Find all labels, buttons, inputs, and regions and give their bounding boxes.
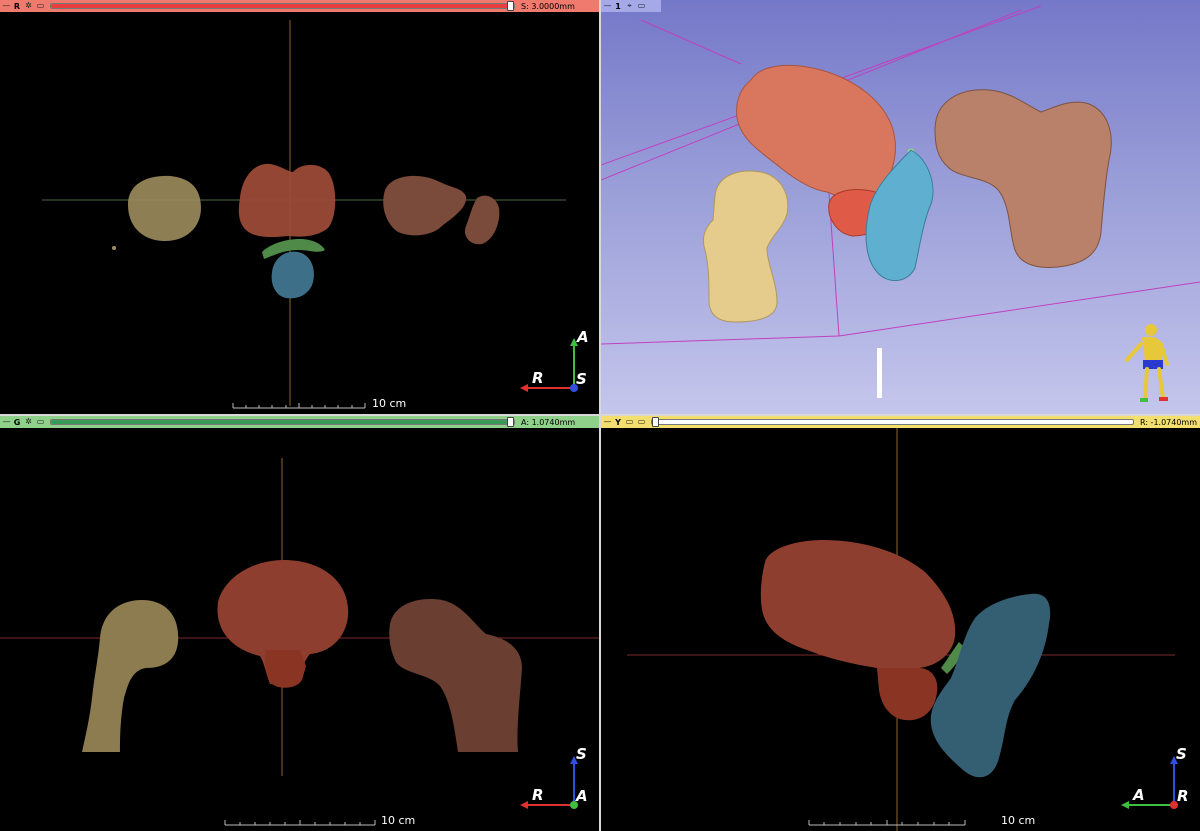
axis-up-label: A bbox=[576, 328, 589, 346]
maximize-icon[interactable]: ▭ bbox=[35, 417, 46, 428]
femoral-head-segment bbox=[877, 668, 938, 721]
femoral-head-segment bbox=[265, 650, 306, 688]
view-letter: Y bbox=[615, 417, 621, 427]
pin-icon[interactable]: — bbox=[1, 1, 12, 12]
scale-ruler bbox=[224, 820, 376, 826]
axis-left-label: R bbox=[532, 786, 544, 804]
scale-ruler bbox=[232, 403, 366, 409]
femur-left-model bbox=[702, 170, 789, 323]
red-slice-view[interactable]: — R ✲ ▭ S: 3.0000mm 10 cm A R S bbox=[0, 0, 599, 414]
slider-handle[interactable] bbox=[507, 1, 514, 11]
link-icon[interactable]: ✲ bbox=[23, 1, 34, 12]
orientation-axes: S R A bbox=[520, 745, 588, 809]
slider-fill bbox=[51, 420, 514, 424]
green-slice-controller: — G ✲ ▭ A: 1.0740mm bbox=[0, 416, 599, 428]
orientation-axes: S A R bbox=[1121, 745, 1189, 809]
axis-center-label: A bbox=[575, 787, 588, 805]
threed-scale-bar bbox=[877, 348, 882, 398]
femur-right-segment bbox=[389, 599, 522, 752]
pin-icon[interactable]: — bbox=[602, 417, 613, 428]
view-divider-horizontal[interactable] bbox=[0, 414, 1200, 416]
green-slice-view[interactable]: — G ✲ ▭ A: 1.0740mm 10 cm S R A bbox=[0, 416, 599, 831]
orientation-axes: A R S bbox=[520, 328, 589, 392]
slice-offset-slider[interactable] bbox=[651, 417, 1134, 427]
slider-handle[interactable] bbox=[652, 417, 659, 427]
slice-offset-value: A: 1.0740mm bbox=[521, 417, 576, 427]
bladder-segment bbox=[271, 251, 314, 299]
green-slice-canvas[interactable]: 10 cm S R A bbox=[0, 428, 599, 831]
scale-label: 10 cm bbox=[381, 814, 415, 827]
femur-left-segment bbox=[82, 600, 179, 752]
femur-left-segment bbox=[128, 175, 201, 242]
link-icon[interactable]: ▭ bbox=[624, 417, 635, 428]
slider-fill bbox=[51, 4, 514, 8]
view-letter: R bbox=[13, 1, 21, 11]
yellow-slice-view[interactable]: — Y ▭ ▭ R: -1.0740mm 10 cm S A R bbox=[601, 416, 1200, 831]
red-slice-canvas[interactable]: 10 cm A R S bbox=[0, 12, 599, 414]
slice-offset-value: S: 3.0000mm bbox=[521, 1, 575, 11]
slice-offset-value: R: -1.0740mm bbox=[1140, 417, 1198, 427]
maximize-icon[interactable]: ▭ bbox=[35, 1, 46, 12]
scale-ruler bbox=[808, 820, 966, 826]
slice-offset-slider[interactable] bbox=[50, 1, 515, 11]
view-letter: G bbox=[13, 417, 21, 427]
pelvis-segment bbox=[238, 163, 336, 238]
yellow-slice-canvas[interactable]: 10 cm S A R bbox=[601, 428, 1200, 831]
axis-up-label: S bbox=[1176, 745, 1187, 763]
axis-left-label: A bbox=[1132, 786, 1145, 804]
small-fragment bbox=[112, 246, 116, 250]
axis-up-label: S bbox=[576, 745, 587, 763]
maximize-icon[interactable]: ▭ bbox=[636, 417, 647, 428]
yellow-slice-controller: — Y ▭ ▭ R: -1.0740mm bbox=[601, 416, 1200, 428]
axis-center-label: R bbox=[1177, 787, 1189, 805]
femur-right-segment bbox=[383, 175, 467, 236]
axis-left-label: R bbox=[532, 369, 544, 387]
threed-canvas[interactable] bbox=[601, 0, 1200, 402]
pin-icon[interactable]: — bbox=[1, 417, 12, 428]
pelvis-segment bbox=[760, 540, 956, 669]
axis-center-label: S bbox=[576, 370, 587, 388]
scale-label: 10 cm bbox=[1001, 814, 1035, 827]
slider-handle[interactable] bbox=[507, 417, 514, 427]
link-icon[interactable]: ✲ bbox=[23, 417, 34, 428]
threed-view[interactable]: — 1 ⌖ ▭ bbox=[601, 0, 1200, 414]
red-slice-controller: — R ✲ ▭ S: 3.0000mm bbox=[0, 0, 599, 12]
slice-offset-slider[interactable] bbox=[50, 417, 515, 427]
scale-label: 10 cm bbox=[372, 397, 406, 410]
femur-right-model bbox=[934, 89, 1112, 268]
human-orientation-marker bbox=[1125, 324, 1169, 402]
femur-right-trochanter-segment bbox=[464, 195, 500, 245]
